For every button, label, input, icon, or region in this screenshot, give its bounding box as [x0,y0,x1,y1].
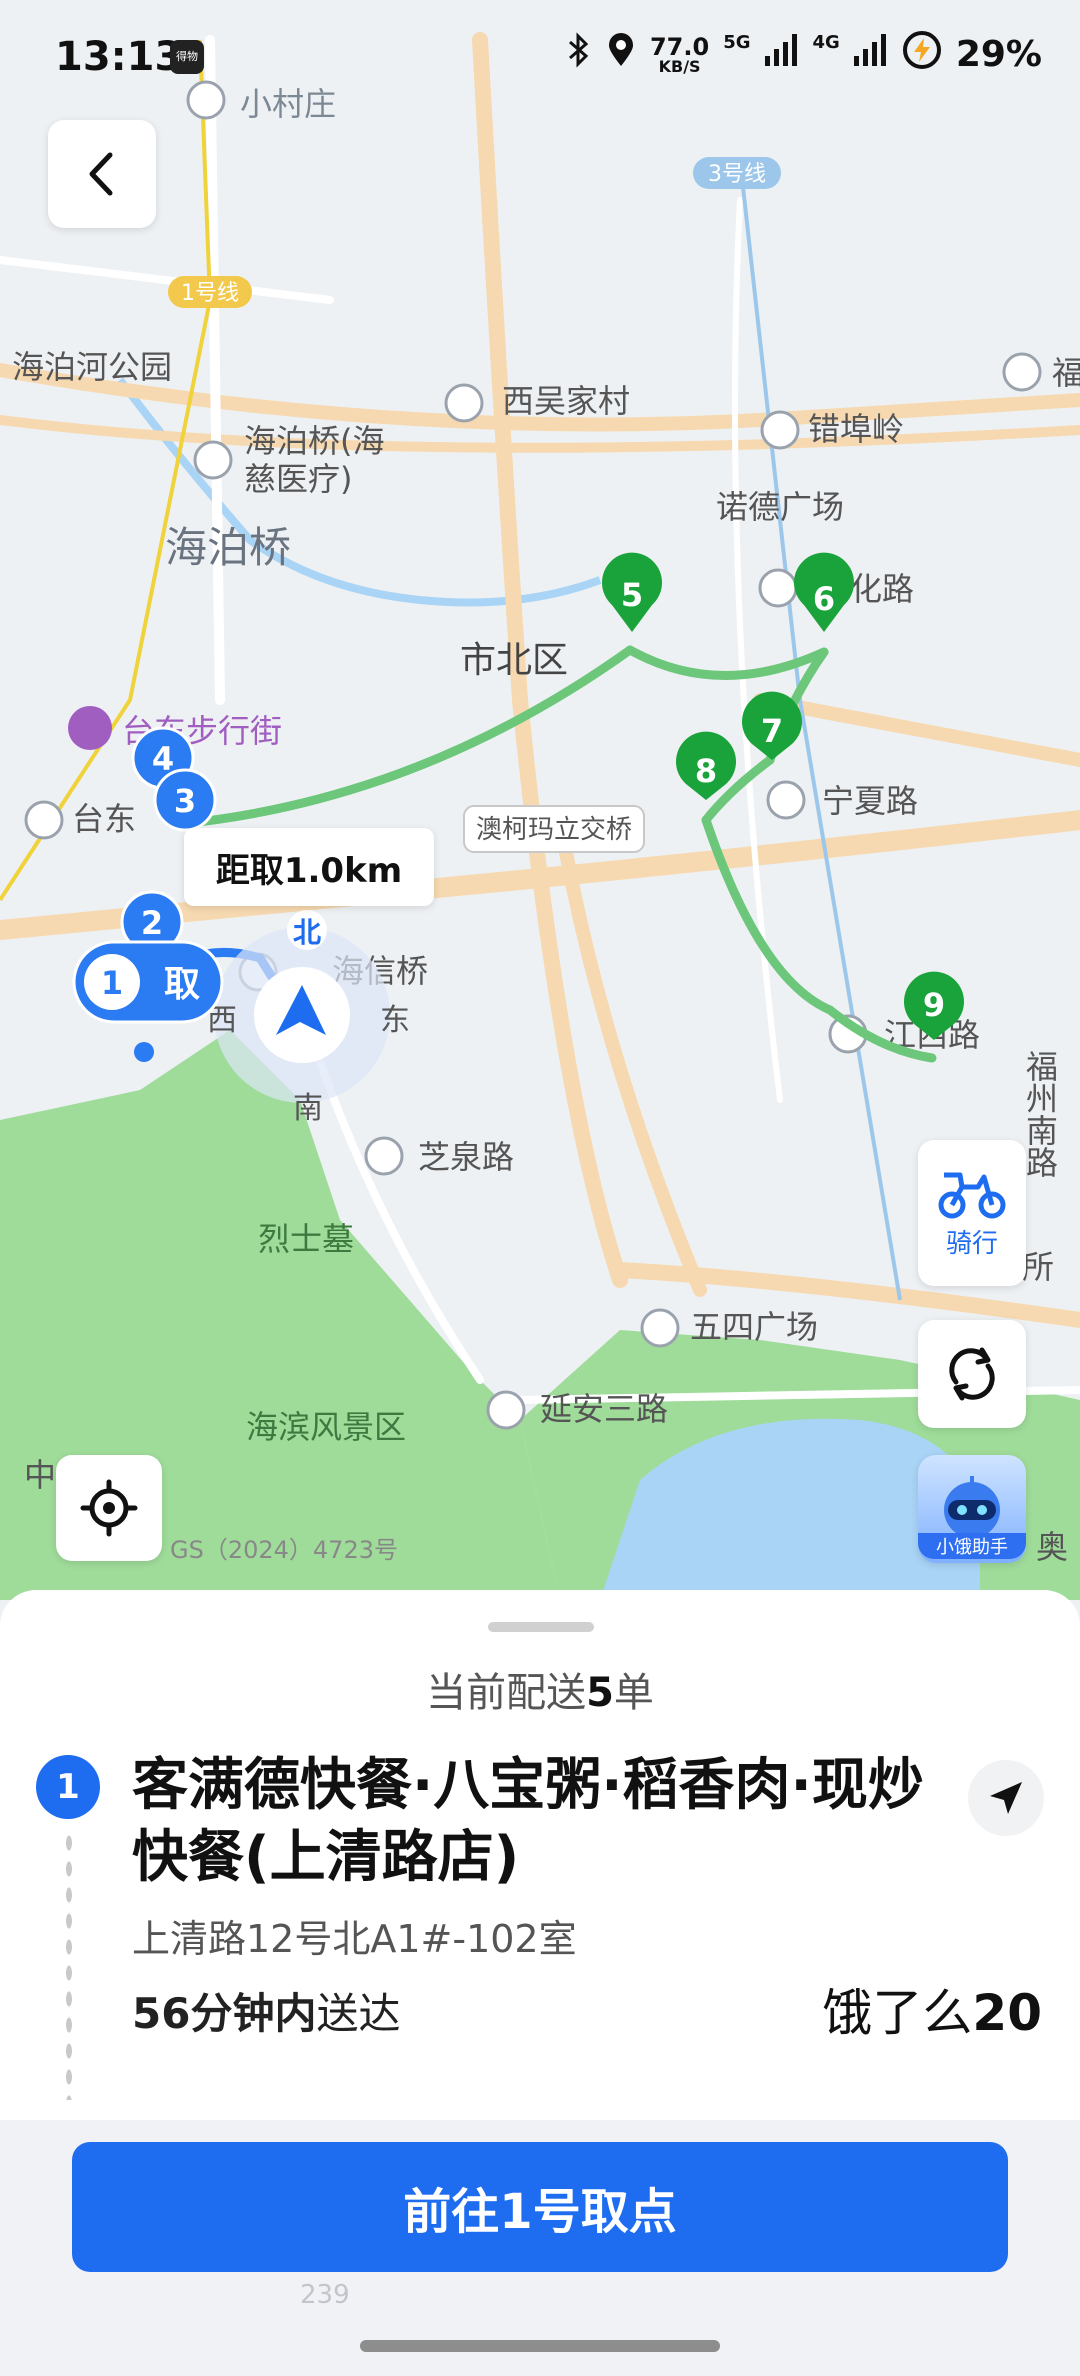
label-taidong: 台东 [72,800,136,838]
refresh-button[interactable] [918,1320,1026,1428]
back-button[interactable] [48,120,156,228]
label-lieshimu: 烈士墓 [258,1220,354,1258]
svg-text:3: 3 [174,782,196,820]
label-haipoqiao-station2: 慈医疗) [244,460,353,498]
route-dotted-line [64,1830,74,2100]
label-haibin: 海滨风景区 [246,1408,406,1446]
locate-me-button[interactable] [56,1455,162,1561]
ride-mode-label: 骑行 [945,1228,998,1259]
go-to-pickup-button[interactable]: 前往1号取点 [72,2142,1008,2272]
chevron-left-icon [89,152,113,196]
sheet-drag-handle[interactable] [488,1622,594,1632]
label-shibei: 市北区 [460,640,568,681]
app-badge-icon: 得物 [170,40,204,74]
label-cuobuling: 错埠岭 [808,410,904,448]
net-speed: 77.0 KB/S [649,32,710,76]
line1-label: 1号线 [181,281,239,306]
label-haipohe-park: 海泊河公园 [12,348,172,386]
compass-south: 南 [293,1091,323,1126]
order-sheet: 当前配送5单 1 客满德快餐·八宝粥·稻香肉·现炒快餐(上清路店) 上清路12号… [0,1590,1080,2120]
status-icons: 77.0 KB/S 5G 4G 29% [566,30,1042,79]
label-xiwu: 西吴家村 [502,382,630,420]
line3-label: 3号线 [708,162,766,187]
marker-3[interactable]: 3 [153,768,217,832]
signal-icon-2 [853,34,888,75]
sim1-type: 5G [723,32,751,53]
label-fuzhou: 福州南路 [1021,1050,1059,1178]
label-fu: 福 [1052,354,1080,392]
battery-level: 29% [955,34,1042,75]
sim2-type: 4G [812,32,840,53]
label-wusi: 五四广场 [690,1308,818,1346]
label-ao: 奥 [1036,1528,1068,1566]
label-nuode: 诺德广场 [716,488,844,526]
signal-icon [764,34,799,75]
svg-text:6: 6 [813,580,835,618]
label-haipoqiao-station: 海泊桥(海 [244,422,385,460]
svg-text:7: 7 [761,712,783,750]
compass-east: 东 [380,1003,410,1038]
svg-text:取: 取 [164,964,200,1005]
compass-north: 北 [293,916,321,949]
refresh-icon [949,1347,995,1401]
order-index-badge: 1 [36,1755,100,1819]
location-icon [606,32,636,77]
map-copyright: GS（2024）4723号 [170,1536,398,1564]
svg-text:2: 2 [141,904,163,942]
ride-mode-button[interactable]: 骑行 [918,1140,1026,1286]
distance-label: 距取1.0km [184,828,434,906]
background-text: 239 [300,2280,350,2310]
store-address: 上清路12号北A1#-102室 [132,1917,577,1961]
label-hualu: 化路 [850,570,914,608]
navigate-button[interactable] [968,1760,1044,1836]
assistant-label: 小饿助手 [918,1533,1026,1559]
label-aokemali: 澳柯玛立交桥 [476,815,632,845]
platform-order-id: 饿了么20 [822,1984,1042,2042]
label-ningxia: 宁夏路 [822,782,918,820]
label-yanan: 延安三路 [540,1390,668,1428]
store-name: 客满德快餐·八宝粥·稻香肉·现炒快餐(上清路店) [132,1753,924,1890]
assistant-button[interactable]: 小饿助手 [918,1455,1026,1563]
status-bar: 13:13 得物 77.0 KB/S 5G 4G 29% [0,0,1080,120]
navigation-arrow-icon [990,1782,1022,1814]
label-haipoqiao: 海泊桥 [165,523,291,572]
battery-charging-icon [902,30,942,79]
label-suo: 所 [1022,1248,1054,1286]
bluetooth-icon [566,32,592,77]
svg-text:8: 8 [695,752,717,790]
status-time: 13:13 [55,34,183,80]
svg-text:9: 9 [923,986,945,1024]
bike-icon [938,1172,1006,1218]
crosshair-icon [80,1479,138,1537]
home-indicator[interactable] [360,2340,720,2352]
svg-text:5: 5 [621,576,643,614]
current-delivery-count: 当前配送5单 [426,1670,654,1716]
delivery-eta: 56分钟内送达 [132,1989,401,2038]
svg-text:1: 1 [101,964,123,1002]
label-zhong: 中 [24,1456,56,1494]
label-zhiquan: 芝泉路 [418,1138,514,1176]
